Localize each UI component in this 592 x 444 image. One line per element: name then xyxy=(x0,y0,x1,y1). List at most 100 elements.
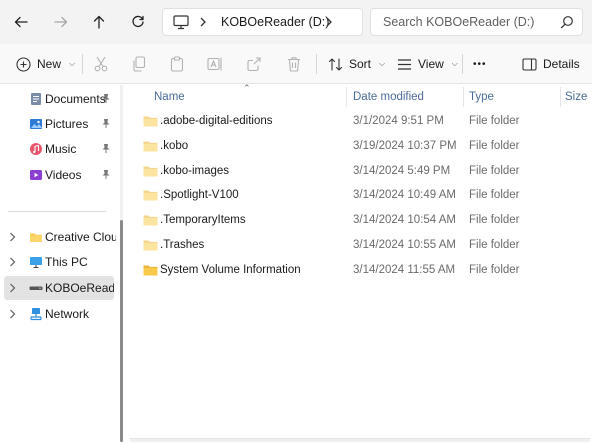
sidebar-item-koboereader[interactable]: KOBOeReader (D xyxy=(4,276,114,300)
column-separator[interactable] xyxy=(346,87,347,107)
search-input[interactable]: Search KOBOeReader (D:) xyxy=(370,8,583,36)
file-name[interactable]: .adobe-digital-editions xyxy=(160,115,273,127)
sidebar-item-label: Documents xyxy=(45,92,106,106)
sidebar-item-pictures[interactable]: Pictures xyxy=(0,112,116,136)
file-date-modified: 3/14/2024 5:49 PM xyxy=(353,164,451,177)
sidebar-item-network[interactable]: Network xyxy=(0,302,116,326)
folder-icon xyxy=(143,166,158,177)
sort-label: Sort xyxy=(349,57,372,71)
table-row[interactable]: .kobo-images 3/14/2024 5:49 PM File folder xyxy=(132,160,592,184)
share-icon xyxy=(247,57,261,72)
up-button[interactable] xyxy=(86,9,112,35)
chevron-right-icon[interactable] xyxy=(9,257,16,267)
folder-icon xyxy=(143,141,158,152)
navigation-pane: Documents Pictures Music Videos Creative… xyxy=(0,85,122,444)
column-header-date-modified[interactable]: Date modified xyxy=(353,91,424,103)
pin-icon[interactable] xyxy=(101,169,111,180)
pin-icon[interactable] xyxy=(101,118,111,129)
table-row[interactable]: .Spotlight-V100 3/14/2024 10:49 AM File fo… xyxy=(132,184,592,208)
file-date-modified: 3/14/2024 10:49 AM xyxy=(353,189,456,202)
monitor-icon[interactable] xyxy=(173,15,189,30)
arrow-up-icon xyxy=(93,15,105,29)
share-button[interactable] xyxy=(245,55,263,73)
chevron-right-icon[interactable] xyxy=(9,283,16,293)
view-list-icon xyxy=(398,58,411,70)
sidebar-item-music[interactable]: Music xyxy=(0,137,116,161)
table-row[interactable]: .adobe-digital-editions 3/1/2024 9:51 PM F… xyxy=(132,110,592,134)
chevron-right-icon[interactable] xyxy=(325,17,333,27)
sidebar-item-creative-cloud[interactable]: Creative Cloud F xyxy=(0,225,116,249)
command-bar: New ⌵ Sort ⌵ View ⌵ ••• Details xyxy=(0,44,592,84)
sidebar-item-this-pc[interactable]: This PC xyxy=(0,250,116,274)
refresh-button[interactable] xyxy=(125,9,151,35)
sidebar-item-label: This PC xyxy=(45,255,88,269)
pictures-icon xyxy=(30,119,42,129)
folder-icon xyxy=(143,116,158,127)
chevron-right-icon[interactable] xyxy=(199,17,207,27)
chevron-right-icon[interactable] xyxy=(9,232,16,242)
folder-icon xyxy=(30,233,42,242)
view-label: View xyxy=(418,57,444,71)
table-row[interactable]: System Volume Information 3/14/2024 11:55… xyxy=(132,259,592,283)
sidebar-scrollbar-thumb[interactable] xyxy=(120,220,123,442)
network-icon xyxy=(30,308,42,321)
file-type: File folder xyxy=(469,139,520,152)
clipboard-icon xyxy=(170,56,184,72)
column-separator[interactable] xyxy=(463,87,464,107)
address-box[interactable]: KOBOeReader (D:) xyxy=(162,8,363,36)
sidebar-item-videos[interactable]: Videos xyxy=(0,163,116,187)
copy-button[interactable] xyxy=(130,55,148,73)
file-date-modified: 3/14/2024 10:54 AM xyxy=(353,214,456,227)
file-name[interactable]: .kobo xyxy=(160,140,188,152)
cut-button[interactable] xyxy=(92,55,110,73)
back-button[interactable] xyxy=(8,9,34,35)
new-button[interactable]: New ⌵ xyxy=(16,52,75,76)
file-name[interactable]: .TemporaryItems xyxy=(160,214,246,226)
table-row[interactable]: .kobo 3/19/2024 10:37 PM File folder xyxy=(132,135,592,159)
file-name[interactable]: System Volume Information xyxy=(160,264,301,276)
address-bar-row: KOBOeReader (D:) Search KOBOeReader (D:) xyxy=(0,0,592,44)
chevron-down-icon: ⌵ xyxy=(451,59,458,68)
horizontal-scrollbar[interactable] xyxy=(130,438,590,442)
file-date-modified: 3/14/2024 11:55 AM xyxy=(353,263,456,276)
file-type: File folder xyxy=(469,239,520,251)
chevron-right-icon[interactable] xyxy=(9,309,16,319)
file-type: File folder xyxy=(469,263,520,276)
forward-button[interactable] xyxy=(48,9,74,35)
delete-button[interactable] xyxy=(285,55,303,73)
table-row[interactable]: .TemporaryItems 3/14/2024 10:54 AM File fo… xyxy=(132,209,592,233)
videos-icon xyxy=(30,170,42,180)
rename-button[interactable] xyxy=(206,55,224,73)
sidebar-item-label: Creative Cloud F xyxy=(45,230,116,244)
column-header-type[interactable]: Type xyxy=(469,91,494,103)
column-header-size[interactable]: Size xyxy=(565,91,587,103)
rename-icon xyxy=(207,57,222,71)
column-header-name[interactable]: Name xyxy=(154,91,185,103)
file-date-modified: 3/14/2024 10:55 AM xyxy=(353,239,456,251)
file-name[interactable]: .kobo-images xyxy=(160,165,229,177)
paste-button[interactable] xyxy=(168,55,186,73)
folder-icon xyxy=(143,265,158,276)
address-path-segment[interactable]: KOBOeReader (D:) xyxy=(221,15,329,29)
music-icon xyxy=(30,143,42,155)
copy-icon xyxy=(133,56,146,72)
view-button[interactable]: View ⌵ xyxy=(397,52,458,76)
pin-icon[interactable] xyxy=(101,143,111,154)
sidebar-divider xyxy=(8,211,106,212)
toolbar-divider xyxy=(462,54,463,74)
file-name[interactable]: .Trashes xyxy=(160,239,204,251)
column-separator[interactable] xyxy=(560,87,561,107)
pin-icon[interactable] xyxy=(101,93,111,104)
table-row[interactable]: .Trashes 3/14/2024 10:55 AM File folder xyxy=(132,234,592,258)
drive-icon xyxy=(29,286,43,290)
search-placeholder: Search KOBOeReader (D:) xyxy=(383,15,535,29)
more-options-button[interactable]: ••• xyxy=(473,52,487,76)
sidebar-item-documents[interactable]: Documents xyxy=(0,87,116,111)
file-name[interactable]: .Spotlight-V100 xyxy=(160,189,239,201)
details-pane-button[interactable]: Details xyxy=(522,52,580,76)
documents-icon xyxy=(31,93,41,105)
sort-button[interactable]: Sort ⌵ xyxy=(328,52,385,76)
folder-icon xyxy=(143,240,158,251)
sort-ascending-icon: ⌃ xyxy=(243,83,251,93)
scissors-icon xyxy=(94,56,108,72)
